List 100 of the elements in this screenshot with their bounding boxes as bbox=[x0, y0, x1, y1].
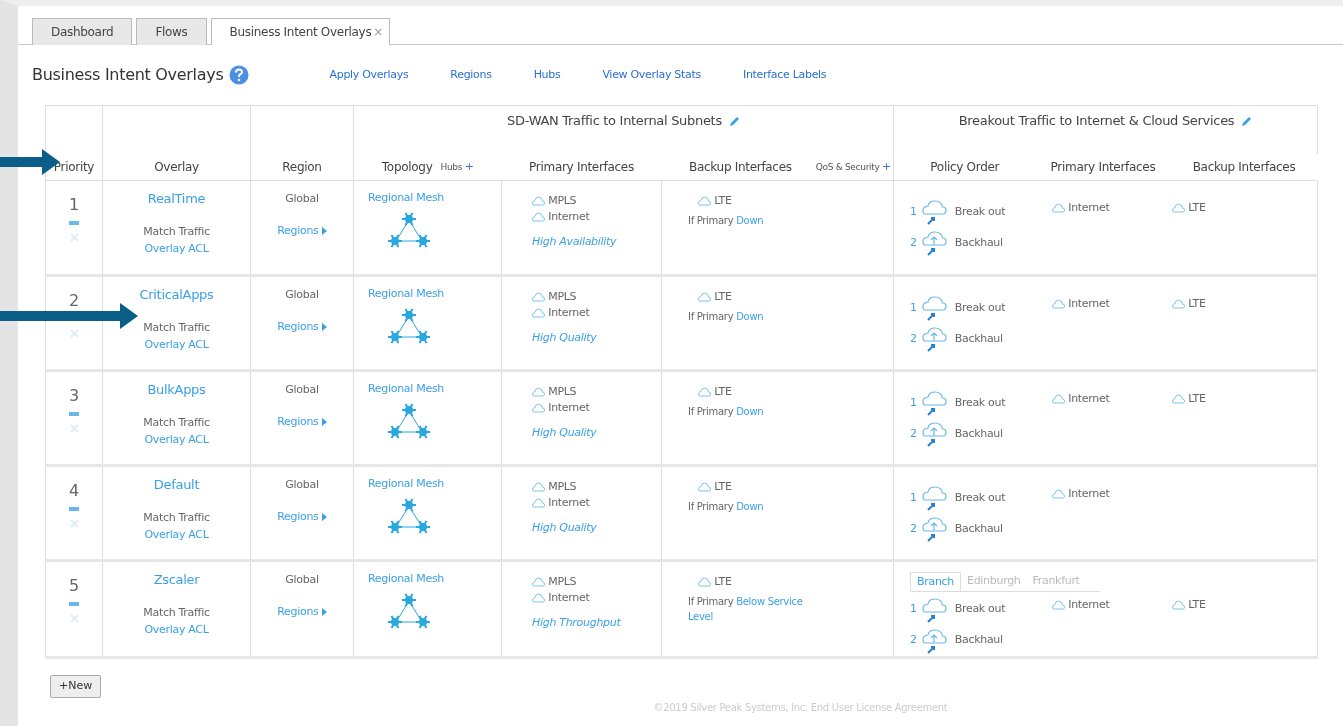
column-header: Policy Order bbox=[930, 158, 1000, 176]
interface-label: LTE bbox=[698, 478, 883, 495]
header-link[interactable]: Hubs bbox=[533, 66, 561, 84]
header-link[interactable]: View Overlay Stats bbox=[602, 66, 701, 84]
regions-link[interactable]: Regions bbox=[252, 319, 352, 336]
priority-number: 3 bbox=[68, 384, 80, 407]
region-tab[interactable]: Branch bbox=[910, 571, 961, 591]
delete-icon[interactable] bbox=[69, 232, 79, 242]
close-icon[interactable]: × bbox=[373, 25, 384, 39]
failover-condition: If Primary Down bbox=[688, 310, 765, 324]
cloud-upload-icon bbox=[920, 326, 947, 352]
header-link[interactable]: Apply Overlays bbox=[329, 66, 409, 84]
page-title: Business Intent Overlays bbox=[32, 65, 224, 85]
interface-label: MPLS bbox=[532, 573, 661, 590]
cloud-icon bbox=[532, 386, 545, 397]
overlay-acl-link[interactable]: Overlay ACL bbox=[104, 431, 249, 448]
regions-link[interactable]: Regions bbox=[252, 414, 352, 431]
overlay-name-link[interactable]: CriticalApps bbox=[104, 284, 249, 304]
cloud-icon bbox=[698, 481, 711, 492]
column-header: Region bbox=[282, 159, 322, 174]
overlay-name-link[interactable]: Default bbox=[104, 474, 249, 494]
cloud-icon bbox=[1052, 202, 1065, 213]
overlay-name-link[interactable]: RealTime bbox=[104, 188, 249, 208]
policy-link[interactable]: High Quality bbox=[532, 424, 661, 441]
delete-icon[interactable] bbox=[69, 423, 79, 433]
policy-label: Backhaul bbox=[954, 520, 1003, 537]
policy-order-number: 2 bbox=[910, 330, 917, 347]
minus-icon[interactable] bbox=[69, 601, 79, 606]
cloud-arrow-icon bbox=[920, 390, 947, 416]
failover-condition: If Primary Down bbox=[688, 405, 765, 419]
minus-icon[interactable] bbox=[69, 506, 79, 511]
cloud-upload-icon bbox=[920, 421, 947, 447]
cloud-icon bbox=[532, 481, 545, 492]
cloud-icon bbox=[1052, 600, 1065, 610]
policy-label: Backhaul bbox=[954, 234, 1003, 251]
cloud-icon bbox=[532, 308, 545, 318]
topology-link[interactable]: Regional Mesh bbox=[368, 475, 501, 492]
group-header: SD-WAN Traffic to Internal Subnets bbox=[507, 113, 722, 128]
group-header: Breakout Traffic to Internet & Cloud Services bbox=[958, 113, 1235, 128]
header-link[interactable]: Regions bbox=[450, 66, 492, 84]
region-tab[interactable]: Edinburgh bbox=[961, 571, 1027, 591]
cloud-upload-icon bbox=[920, 627, 947, 654]
cloud-arrow-icon bbox=[920, 485, 947, 511]
policy-label: Backhaul bbox=[954, 632, 1003, 649]
policy-order-number: 1 bbox=[910, 203, 917, 220]
topology-link[interactable]: Regional Mesh bbox=[368, 380, 501, 397]
pencil-icon[interactable] bbox=[1240, 115, 1253, 128]
regions-link[interactable]: Regions bbox=[252, 604, 352, 621]
region-tab[interactable]: Frankfurt bbox=[1026, 571, 1086, 591]
failover-condition: If Primary Down bbox=[688, 500, 765, 514]
overlay-acl-link[interactable]: Overlay ACL bbox=[104, 240, 249, 257]
region-label: Global bbox=[284, 571, 320, 588]
policy-order-number: 1 bbox=[910, 489, 917, 506]
tab[interactable]: Flows bbox=[136, 18, 207, 45]
failover-condition: If Primary Below Service Level bbox=[688, 595, 804, 624]
interface-label: LTE bbox=[698, 383, 883, 400]
cloud-icon bbox=[1052, 393, 1065, 404]
region-label: Global bbox=[284, 476, 320, 493]
priority-number: 4 bbox=[68, 479, 80, 502]
new-button[interactable]: +New bbox=[50, 675, 102, 698]
overlay-name-link[interactable]: Zscaler bbox=[104, 569, 249, 589]
topology-link[interactable]: Regional Mesh bbox=[368, 570, 501, 587]
priority-number: 1 bbox=[68, 193, 80, 216]
minus-icon[interactable] bbox=[69, 411, 79, 416]
policy-order-number: 1 bbox=[910, 601, 917, 618]
add-hub-link[interactable]: Hubs + bbox=[440, 159, 474, 176]
policy-link[interactable]: High Quality bbox=[532, 329, 661, 346]
overlay-acl-link[interactable]: Overlay ACL bbox=[104, 526, 249, 543]
policy-link[interactable]: High Availability bbox=[532, 233, 661, 250]
interface-label: LTE bbox=[1172, 295, 1206, 312]
column-header: Priority bbox=[53, 159, 95, 174]
policy-label: Backhaul bbox=[954, 330, 1003, 347]
help-icon[interactable] bbox=[229, 65, 250, 85]
tab[interactable]: Business Intent Overlays × bbox=[210, 18, 391, 45]
add-qos-link[interactable]: QoS & Security + bbox=[815, 159, 891, 176]
topology-link[interactable]: Regional Mesh bbox=[368, 285, 501, 302]
regions-link[interactable]: Regions bbox=[252, 509, 352, 526]
overlay-acl-link[interactable]: Overlay ACL bbox=[104, 336, 249, 353]
overlay-name-link[interactable]: BulkApps bbox=[104, 379, 249, 399]
caret-icon bbox=[321, 418, 327, 426]
delete-icon[interactable] bbox=[69, 613, 79, 623]
regions-link[interactable]: Regions bbox=[252, 223, 352, 240]
interface-label: LTE bbox=[1172, 199, 1206, 216]
policy-order-number: 2 bbox=[910, 520, 917, 537]
cloud-icon bbox=[532, 576, 545, 587]
policy-order-number: 2 bbox=[910, 234, 917, 251]
policy-label: Break out bbox=[954, 394, 1006, 411]
policy-link[interactable]: High Quality bbox=[532, 519, 661, 536]
minus-icon[interactable] bbox=[69, 220, 79, 225]
header-link[interactable]: Interface Labels bbox=[742, 66, 827, 84]
cloud-icon bbox=[532, 593, 545, 603]
cloud-icon bbox=[1052, 488, 1065, 499]
policy-link[interactable]: High Throughput bbox=[532, 614, 661, 631]
delete-icon[interactable] bbox=[69, 518, 79, 528]
pencil-icon[interactable] bbox=[727, 115, 740, 128]
cloud-arrow-icon bbox=[920, 199, 947, 225]
tab[interactable]: Dashboard bbox=[32, 18, 133, 45]
topology-link[interactable]: Regional Mesh bbox=[368, 189, 501, 206]
delete-icon[interactable] bbox=[69, 328, 79, 338]
overlay-acl-link[interactable]: Overlay ACL bbox=[104, 621, 249, 638]
